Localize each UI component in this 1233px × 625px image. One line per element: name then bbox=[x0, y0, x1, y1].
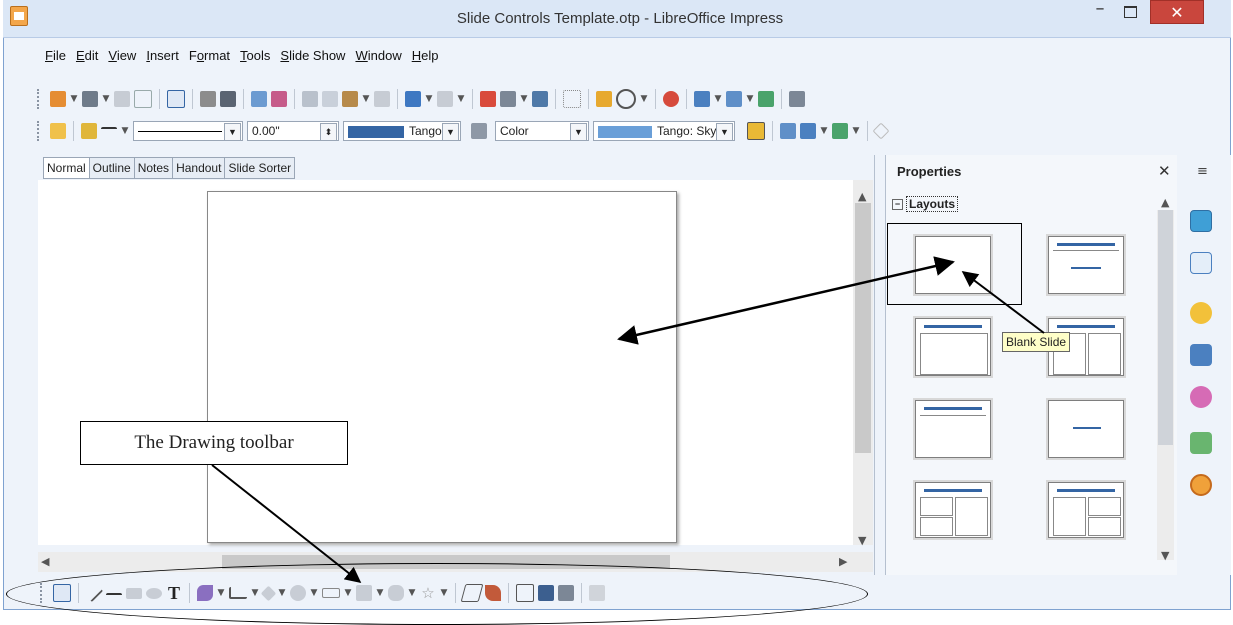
arrow-tooltip-to-layout bbox=[961, 271, 1045, 334]
annotation-arrows bbox=[211, 256, 1045, 583]
arrow-callout-to-toolbar bbox=[211, 464, 362, 583]
arrow-slide-to-layout bbox=[617, 256, 955, 345]
